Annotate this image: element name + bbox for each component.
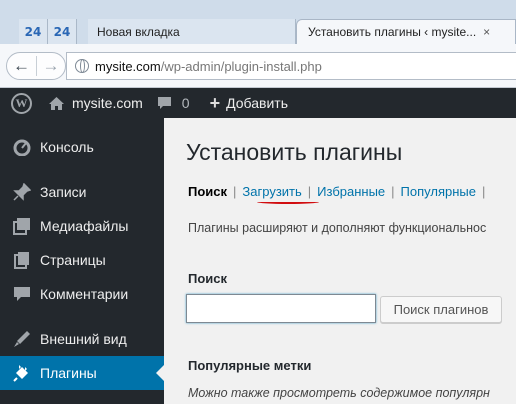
home-icon (49, 96, 64, 110)
popular-tags-heading: Популярные метки (188, 358, 312, 373)
separator: | (481, 184, 486, 199)
media-icon (12, 216, 32, 236)
browser-toolbar: ← → mysite.com /wp-admin/plugin-install.… (0, 44, 516, 88)
comments-icon (12, 284, 32, 304)
admin-sidebar: Консоль Записи Медиафайлы Страницы Комме… (0, 118, 164, 404)
separator: | (307, 184, 312, 199)
search-plugins-button[interactable]: Поиск плагинов (380, 296, 502, 323)
sidebar-item-label: Внешний вид (40, 331, 127, 347)
site-name-menu[interactable]: mysite.com (40, 88, 143, 118)
sidebar-item-comments[interactable]: Комментарии (0, 277, 164, 311)
sidebar-item-label: Консоль (40, 139, 94, 155)
close-icon[interactable]: × (483, 25, 490, 39)
sidebar-item-label: Страницы (40, 252, 106, 268)
new-content-label: Добавить (226, 95, 288, 111)
sidebar-item-pages[interactable]: Страницы (0, 243, 164, 277)
comment-bubble-icon (157, 96, 171, 109)
globe-icon (75, 59, 89, 73)
back-arrow-icon[interactable]: ← (7, 56, 36, 76)
tab-title: Новая вкладка (97, 24, 180, 39)
separator: | (391, 184, 395, 199)
pinned-tab-label: 24 (24, 24, 42, 39)
page-title: Установить плагины (186, 139, 403, 165)
filter-popular[interactable]: Популярные (401, 184, 476, 199)
sidebar-item-appearance[interactable]: Внешний вид (0, 322, 164, 356)
tab-title: Установить плагины ‹ mysite... (308, 25, 477, 39)
wp-logo-menu[interactable]: W (0, 88, 40, 118)
appearance-icon (12, 329, 32, 349)
pinned-tab-label: 24 (53, 24, 71, 39)
wp-admin-bar: W mysite.com 0 + Добавить (0, 88, 516, 118)
sidebar-item-posts[interactable]: Записи (0, 175, 164, 209)
tab-new-tab[interactable]: Новая вкладка (88, 19, 296, 44)
url-host: mysite.com (95, 58, 161, 74)
popular-tags-description: Можно также просмотреть содержимое попул… (188, 386, 490, 400)
filter-upload[interactable]: Загрузить (242, 184, 301, 199)
browser-tab-bar: 24 24 Новая вкладка Установить плагины ‹… (0, 0, 516, 44)
sidebar-item-label: Комментарии (40, 286, 129, 302)
search-label: Поиск (188, 271, 228, 286)
plus-icon: + (209, 92, 221, 113)
plugin-filter-nav: Поиск | Загрузить | Избранные | Популярные | (188, 184, 491, 199)
main-content: Установить плагины Поиск | Загрузить | Избра… (164, 118, 516, 404)
dashboard-icon (12, 137, 32, 157)
url-path: /wp-admin/plugin-install.php (160, 58, 322, 74)
sidebar-item-label: Медиафайлы (40, 218, 129, 234)
separator: | (233, 184, 237, 199)
pages-icon (12, 250, 32, 270)
sidebar-item-label: Записи (40, 184, 87, 200)
forward-arrow-icon[interactable]: → (35, 56, 65, 76)
plugin-search-input[interactable] (186, 294, 376, 323)
sidebar-item-media[interactable]: Медиафайлы (0, 209, 164, 243)
pin-icon (12, 182, 32, 202)
sidebar-item-label: Плагины (40, 365, 97, 381)
filter-search[interactable]: Поиск (188, 184, 227, 199)
red-underline-annotation (257, 200, 319, 204)
nav-buttons: ← → (6, 52, 66, 80)
filter-featured[interactable]: Избранные (317, 184, 385, 199)
sidebar-item-dashboard[interactable]: Консоль (0, 130, 164, 164)
tab-active[interactable]: Установить плагины ‹ mysite... × (296, 19, 516, 44)
wordpress-logo-icon: W (11, 92, 32, 114)
site-name: mysite.com (72, 95, 143, 111)
address-bar[interactable]: mysite.com /wp-admin/plugin-install.php (66, 52, 516, 80)
plugins-description: Плагины расширяют и дополняют функционал… (188, 221, 487, 235)
comments-menu[interactable]: 0 (143, 88, 190, 118)
new-content-menu[interactable]: + Добавить (190, 88, 288, 118)
pinned-tab-1[interactable]: 24 (19, 19, 48, 44)
sidebar-item-plugins[interactable]: Плагины (0, 356, 164, 390)
pinned-tab-2[interactable]: 24 (48, 19, 77, 44)
plugins-icon (12, 363, 32, 383)
comments-count: 0 (181, 95, 190, 111)
